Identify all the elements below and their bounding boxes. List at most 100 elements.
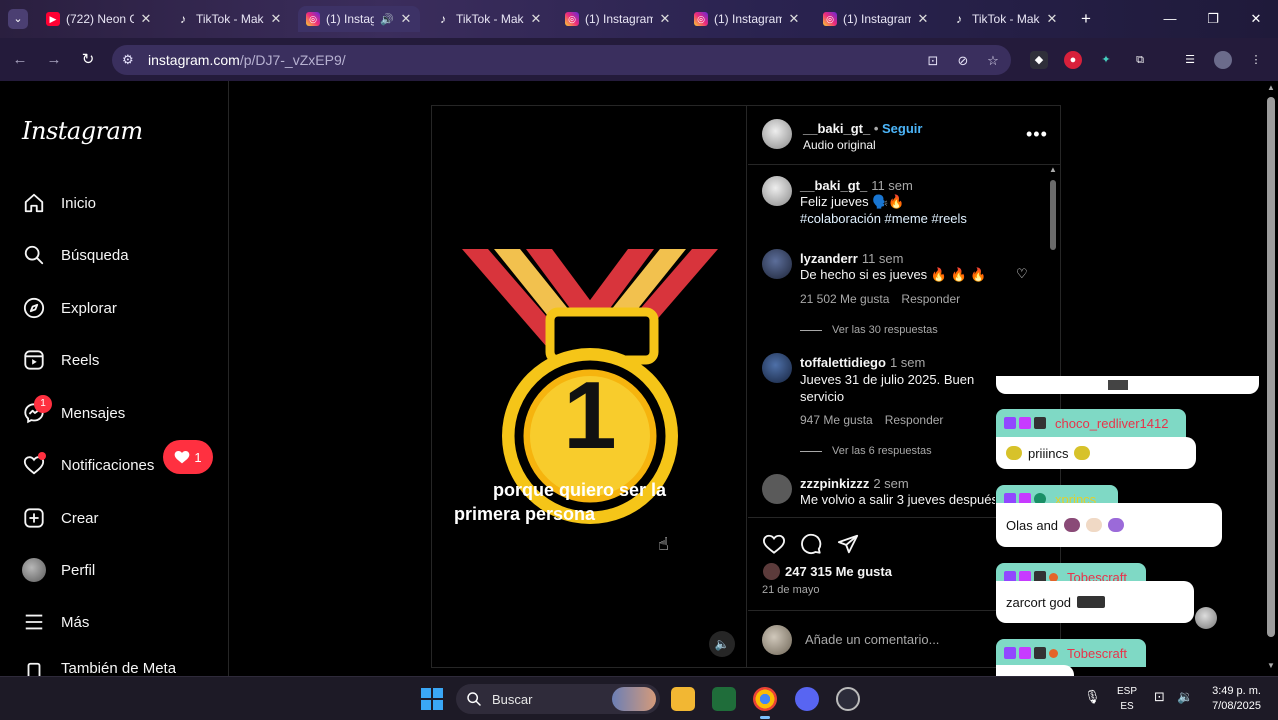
browser-tab[interactable]: ♪ TikTok - Make ✕: [428, 6, 550, 32]
speaker-icon[interactable]: 🔊: [380, 13, 394, 26]
forward-button[interactable]: →: [44, 50, 64, 70]
username-text[interactable]: lyzanderr: [800, 251, 858, 266]
volume-icon[interactable]: 🔉: [1177, 689, 1193, 705]
comment-avatar[interactable]: [762, 249, 792, 279]
post-video[interactable]: 1 porque quiero ser la primera persona: [431, 105, 747, 668]
close-window-button[interactable]: ✕: [1246, 10, 1266, 28]
add-comment-input[interactable]: Añade un comentario...: [805, 632, 939, 647]
nav-explore[interactable]: Explorar: [22, 293, 117, 323]
username-text[interactable]: zzzpinkizzz: [800, 476, 869, 491]
author-username[interactable]: __baki_gt_: [803, 121, 870, 136]
close-tab-icon[interactable]: ✕: [530, 11, 542, 27]
comment-likes[interactable]: 947 Me gusta: [800, 413, 873, 427]
audio-original-link[interactable]: Audio original: [803, 138, 876, 152]
browser-tab[interactable]: ◎ (1) Instagram ✕: [815, 6, 937, 32]
install-app-icon[interactable]: ⊡: [924, 52, 942, 70]
adblock-icon[interactable]: ●: [1064, 51, 1082, 69]
comment-avatar[interactable]: [762, 474, 792, 504]
restore-button[interactable]: ❐: [1203, 10, 1223, 28]
chrome-icon[interactable]: [753, 687, 777, 719]
compass-icon: [22, 296, 46, 320]
browser-tab-active[interactable]: ◎ (1) Instagram 🔊 ✕: [298, 6, 420, 32]
language-indicator[interactable]: ESP ES: [1113, 684, 1141, 714]
page-scrollbar[interactable]: ▲ ▼: [1264, 81, 1278, 676]
windows-start-icon[interactable]: [421, 688, 443, 710]
puzzle-icon[interactable]: ⧉: [1131, 51, 1149, 69]
notifications-count-pill[interactable]: 1: [163, 440, 213, 474]
network-icon[interactable]: ⊡: [1154, 689, 1165, 705]
close-tab-icon[interactable]: ✕: [788, 11, 800, 27]
tab-search-menu-button[interactable]: ⌄: [8, 9, 28, 29]
likes-count[interactable]: 247 315 Me gusta: [785, 564, 892, 579]
new-tab-button[interactable]: +: [1076, 9, 1096, 29]
follow-button[interactable]: Seguir: [882, 121, 922, 136]
site-settings-icon[interactable]: ⚙: [122, 52, 140, 68]
close-tab-icon[interactable]: ✕: [270, 11, 282, 27]
eye-off-icon[interactable]: ⊘: [954, 52, 972, 70]
nav-notifications[interactable]: Notificaciones: [22, 450, 154, 480]
author-avatar[interactable]: [762, 119, 792, 149]
like-comment-icon[interactable]: ♡: [1016, 266, 1028, 282]
reply-button[interactable]: Responder: [901, 292, 960, 306]
back-button[interactable]: ←: [10, 50, 30, 70]
microphone-icon[interactable]: 🎙: [1084, 689, 1101, 705]
system-clock[interactable]: 3:49 p. m. 7/08/2025: [1203, 684, 1261, 714]
nav-profile[interactable]: Perfil: [22, 555, 95, 585]
scroll-thumb[interactable]: [1050, 180, 1056, 250]
bookmark-star-icon[interactable]: ☆: [984, 52, 1002, 70]
view-replies-button[interactable]: Ver las 30 respuestas: [800, 324, 938, 336]
reply-button[interactable]: Responder: [885, 413, 944, 427]
scroll-up-arrow[interactable]: ▲: [1264, 83, 1278, 92]
profile-avatar[interactable]: [1214, 51, 1232, 69]
address-bar[interactable]: ⚙ instagram.com/p/DJ7-_vZxEP9/ ⊡ ⊘ ☆: [112, 45, 1011, 75]
browser-tab[interactable]: ◎ (1) Instagram ✕: [686, 6, 808, 32]
browser-tab[interactable]: ♪ TikTok - Make ✕: [944, 6, 1066, 32]
nav-create[interactable]: Crear: [22, 503, 99, 533]
comment-likes[interactable]: 21 502 Me gusta: [800, 292, 889, 306]
nav-also-from-meta[interactable]: También de Meta: [22, 660, 176, 676]
nav-more[interactable]: Más: [22, 607, 89, 637]
nav-home[interactable]: Inicio: [22, 188, 96, 218]
browser-tab[interactable]: ♪ TikTok - Make ✕: [168, 6, 290, 32]
discord-icon[interactable]: [795, 687, 819, 711]
reload-button[interactable]: ↻: [78, 50, 98, 70]
minimize-button[interactable]: —: [1160, 10, 1180, 28]
translate-extension-icon[interactable]: ✦: [1097, 51, 1115, 69]
comment-icon[interactable]: [799, 532, 823, 556]
close-tab-icon[interactable]: ✕: [659, 11, 671, 27]
taskbar-search[interactable]: Buscar: [456, 684, 660, 714]
nav-messages[interactable]: 1 Mensajes: [22, 395, 125, 428]
comment-avatar[interactable]: [762, 176, 792, 206]
like-icon[interactable]: [762, 532, 786, 556]
page-scroll-thumb[interactable]: [1267, 97, 1275, 637]
comment-username[interactable]: __baki_gt_ 11 sem: [800, 178, 913, 193]
nav-search[interactable]: Búsqueda: [22, 240, 129, 270]
app-icon[interactable]: [712, 687, 736, 711]
comment-username[interactable]: toffalettidiego 1 sem: [800, 355, 925, 370]
close-tab-icon[interactable]: ✕: [400, 11, 412, 27]
view-replies-button[interactable]: Ver las 6 respuestas: [800, 445, 932, 457]
comment-username[interactable]: zzzpinkizzz 2 sem: [800, 476, 909, 491]
share-icon[interactable]: [836, 532, 860, 556]
browser-tab[interactable]: ▶ (722) Neon Gen ✕: [38, 6, 160, 32]
kebab-menu-icon[interactable]: ⋮: [1247, 51, 1265, 69]
reading-list-icon[interactable]: ☰: [1181, 51, 1199, 69]
scroll-down-arrow[interactable]: ▼: [1264, 661, 1278, 670]
username-text[interactable]: toffalettidiego: [800, 355, 886, 370]
extension-icon[interactable]: ◆: [1030, 51, 1048, 69]
close-tab-icon[interactable]: ✕: [140, 11, 152, 27]
file-explorer-icon[interactable]: [671, 687, 695, 711]
browser-tab[interactable]: ◎ (1) Instagram ✕: [557, 6, 679, 32]
nav-reels[interactable]: Reels: [22, 345, 99, 375]
comment-username[interactable]: lyzanderr 11 sem: [800, 251, 903, 266]
close-tab-icon[interactable]: ✕: [917, 11, 929, 27]
scroll-up-arrow[interactable]: ▲: [1048, 165, 1058, 174]
comment-avatar[interactable]: [762, 353, 792, 383]
app-icon[interactable]: [836, 687, 860, 711]
close-tab-icon[interactable]: ✕: [1046, 11, 1058, 27]
more-options-icon[interactable]: •••: [1026, 124, 1048, 145]
instagram-logo[interactable]: Instagram: [22, 117, 143, 145]
hashtags[interactable]: #colaboración #meme #reels: [800, 210, 1040, 227]
username-text[interactable]: __baki_gt_: [800, 178, 867, 193]
volume-icon[interactable]: 🔈: [709, 631, 735, 657]
